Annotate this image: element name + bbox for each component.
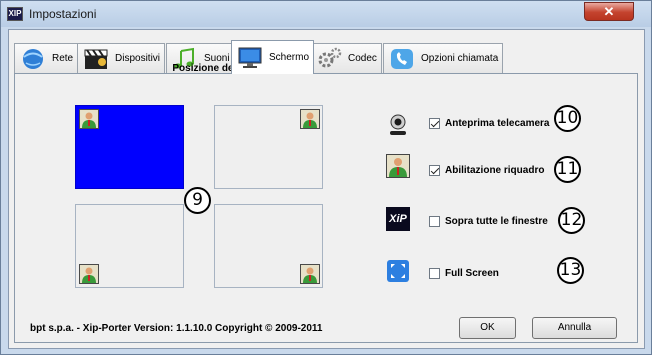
tab-rete[interactable]: Rete [14, 43, 79, 73]
gears-icon [315, 46, 343, 72]
settings-window: XIP Impostazioni ✕ Rete Dispositivi Suon… [0, 0, 652, 355]
tab-label: Codec [348, 53, 377, 64]
monitor-icon [236, 45, 264, 71]
callout-12: 12 [558, 207, 585, 234]
client-area: Rete Dispositivi Suoni Schermo Codec Opz… [8, 29, 645, 349]
checkbox[interactable] [429, 165, 440, 176]
person-icon [300, 264, 320, 284]
callout-13: 13 [557, 257, 584, 284]
xip-logo-text: XiP [389, 213, 407, 225]
quadrant-bottom-left[interactable] [75, 204, 184, 288]
tab-opzioni-chiamata[interactable]: Opzioni chiamata [383, 43, 504, 73]
app-icon: XIP [7, 7, 23, 21]
quadrant-top-left[interactable] [75, 105, 184, 189]
person-icon [300, 109, 320, 129]
quadrant-bottom-right[interactable] [214, 204, 323, 288]
option-abilitazione-riquadro[interactable]: Abilitazione riquadro [429, 165, 544, 176]
option-label: Abilitazione riquadro [445, 165, 545, 176]
callout-10: 10 [554, 105, 581, 132]
version-info: bpt s.p.a. - Xip-Porter Version: 1.1.10.… [30, 323, 323, 334]
tab-codec[interactable]: Codec [310, 43, 382, 73]
option-anteprima-telecamera[interactable]: Anteprima telecamera [429, 118, 550, 129]
tab-dispositivi[interactable]: Dispositivi [77, 43, 166, 73]
clapperboard-icon [82, 46, 110, 72]
fullscreen-icon [386, 259, 410, 283]
person-icon [79, 264, 99, 284]
checkbox[interactable] [429, 118, 440, 129]
cancel-button[interactable]: Annulla [532, 317, 617, 339]
option-full-screen[interactable]: Full Screen [429, 268, 499, 279]
tab-label: Opzioni chiamata [421, 53, 499, 64]
webcam-icon [386, 113, 410, 137]
quadrant-top-right[interactable] [214, 105, 323, 189]
tab-label: Dispositivi [115, 53, 161, 64]
title-bar[interactable]: XIP Impostazioni ✕ [1, 1, 651, 27]
tab-label: Schermo [269, 52, 310, 63]
option-label: Anteprima telecamera [445, 118, 550, 129]
option-sopra-tutte-le-finestre[interactable]: Sopra tutte le finestre [429, 216, 548, 227]
tab-label: Rete [52, 53, 74, 64]
ok-button[interactable]: OK [459, 317, 516, 339]
xip-logo-icon: XiP [386, 207, 410, 231]
person-icon [386, 154, 410, 178]
phone-icon [388, 46, 416, 72]
globe-icon [19, 46, 47, 72]
option-label: Sopra tutte le finestre [445, 216, 548, 227]
callout-11: 11 [554, 156, 581, 183]
close-button[interactable]: ✕ [584, 2, 634, 21]
window-title: Impostazioni [29, 7, 97, 21]
tab-schermo[interactable]: Schermo [231, 40, 315, 74]
option-label: Full Screen [445, 268, 499, 279]
person-icon [79, 109, 99, 129]
checkbox[interactable] [429, 268, 440, 279]
callout-9: 9 [184, 187, 211, 214]
checkbox[interactable] [429, 216, 440, 227]
